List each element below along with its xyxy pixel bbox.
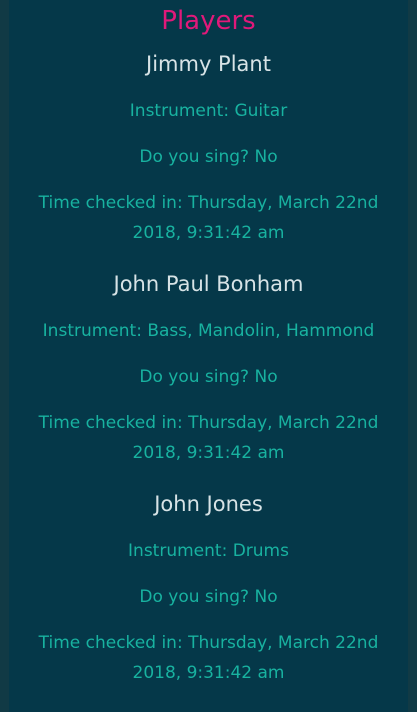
player-checkin-time: Time checked in: Thursday, March 22nd 20… [9, 628, 408, 688]
player-sing: Do you sing? No [139, 587, 278, 607]
player-sing: Do you sing? No [139, 367, 278, 387]
checkin-time-line1: Time checked in: Thursday, March 22nd [38, 193, 379, 213]
checkin-time-line2: 2018, 9:31:42 am [132, 443, 285, 463]
checkin-time-line2: 2018, 9:31:42 am [132, 223, 285, 243]
player-name: Jimmy Plant [146, 52, 271, 76]
page-title: Players [161, 6, 256, 36]
player-checkin-time: Time checked in: Thursday, March 22nd 20… [9, 408, 408, 468]
player-name: John Paul Bonham [113, 272, 304, 296]
player-checkin-time: Time checked in: Thursday, March 22nd 20… [9, 188, 408, 248]
checkin-time-line2: 2018, 9:31:42 am [132, 663, 285, 683]
left-edge [0, 0, 9, 712]
players-panel: Players Jimmy Plant Instrument: Guitar D… [9, 0, 408, 712]
player-instrument: Instrument: Drums [128, 541, 289, 561]
player-card: John Jones Instrument: Drums Do you sing… [9, 490, 408, 688]
player-sing: Do you sing? No [139, 147, 278, 167]
player-card: John Paul Bonham Instrument: Bass, Mando… [9, 270, 408, 468]
checkin-time-line1: Time checked in: Thursday, March 22nd [38, 633, 379, 653]
player-instrument: Instrument: Guitar [129, 101, 288, 121]
player-card: Jimmy Plant Instrument: Guitar Do you si… [9, 50, 408, 248]
app-frame: Players Jimmy Plant Instrument: Guitar D… [0, 0, 417, 712]
player-name: John Jones [154, 492, 263, 516]
checkin-time-line1: Time checked in: Thursday, March 22nd [38, 413, 379, 433]
right-edge [408, 0, 417, 712]
player-instrument: Instrument: Bass, Mandolin, Hammond [42, 321, 375, 341]
